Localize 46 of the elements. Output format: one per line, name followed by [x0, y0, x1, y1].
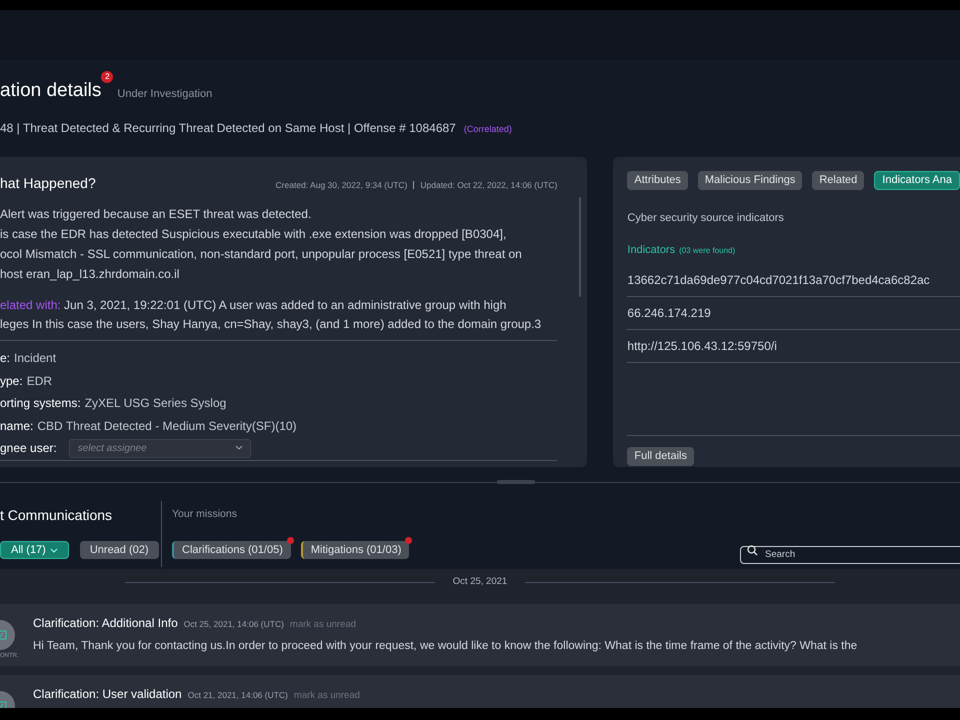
search-field[interactable]: Search [740, 546, 960, 564]
search-icon [747, 545, 758, 556]
chevron-icon [234, 445, 243, 450]
field-value: ZyXEL USG Series Syslog [84, 395, 226, 412]
message-text: Hi Team, Thank you for contacting us.In order to proceed with your request, we would like to know the following: What is the time frame of the activity? What is the [33, 639, 858, 654]
field-label: gnee user: [0, 440, 57, 456]
indicator-value: 66.246.174.219 [627, 305, 711, 322]
tab[interactable]: Attributes [627, 171, 688, 190]
tab[interactable]: Indicators Ana [874, 171, 960, 190]
field-value: Incident [14, 350, 56, 368]
full-details-button[interactable]: Full details [627, 446, 694, 466]
updated-time: Updated: Oct 22, 2022, 14:06 (UTC) [420, 179, 558, 192]
field-label: e: [0, 350, 10, 368]
resize-handle[interactable] [497, 480, 535, 484]
offense-title: 48 | Threat Detected & Recurring Threat Detected on Same Host | Offense # 1084687 [0, 120, 456, 137]
related-text: elated with: Jun 3, 2021, 19:22:01 (UTC) A user was added to an administrative group with high [0, 297, 508, 314]
message-time: Oct 21, 2021, 14:06 (UTC) [188, 689, 288, 702]
indicator-value: 13662c71da69de977c04cd7021f13a70cf7bed4ca6c82ac [627, 272, 930, 289]
description-text: Alert was triggered because an ESET threat was detected. is case the EDR has detected Suspicious executable with .exe extension was dropped [B0304], ocol Mismatch - SSL communication, non-standard port, unpopular process [E0521] type threat on host eran_lap_l13.zhrdomain.co.il [0, 206, 523, 283]
filter-button[interactable]: Unread (02) [80, 541, 159, 559]
correlated-tag: (Correlated) [464, 123, 512, 136]
field-value: CBD Threat Detected - Medium Severity(SF)(10) [37, 418, 297, 435]
indicator-value: http://125.106.43.12:59750/i [627, 338, 777, 355]
chevron-icon [50, 548, 58, 552]
created-time: Created: Aug 30, 2022, 9:34 (UTC) [276, 179, 408, 192]
missions-label: Your missions [172, 507, 238, 522]
status-label: Under Investigation [117, 89, 212, 100]
message-time: Oct 25, 2021, 14:06 (UTC) [184, 618, 284, 631]
field-value: EDR [26, 372, 52, 390]
section-title: t Communications [0, 506, 114, 525]
tab[interactable]: Malicious Findings [698, 171, 802, 190]
caption-text: Cyber security source indicators [627, 211, 785, 226]
notification-badge: 2 [101, 71, 114, 83]
tab[interactable]: Related [812, 171, 864, 190]
message-title: Clarification: Additional Info [33, 615, 178, 632]
date-label: Oct 25, 2021 [452, 574, 508, 589]
assignee-dropdown[interactable]: select assignee [68, 439, 251, 458]
indicators-count: (03 were found) [679, 244, 736, 256]
message-title: Clarification: User validation [33, 686, 182, 703]
card-title: hat Happened? [0, 174, 96, 193]
field-label: ype: [0, 372, 23, 390]
filter-button[interactable]: All (17) [0, 541, 69, 559]
field-label: name: [0, 418, 34, 435]
related-text: leges In this case the users, Shay Hanya, cn=Shay, shay3, (and 1 more) added to the domain group.3 [0, 316, 542, 333]
indicators-label: Indicators [627, 242, 676, 258]
field-label: orting systems: [0, 395, 81, 412]
